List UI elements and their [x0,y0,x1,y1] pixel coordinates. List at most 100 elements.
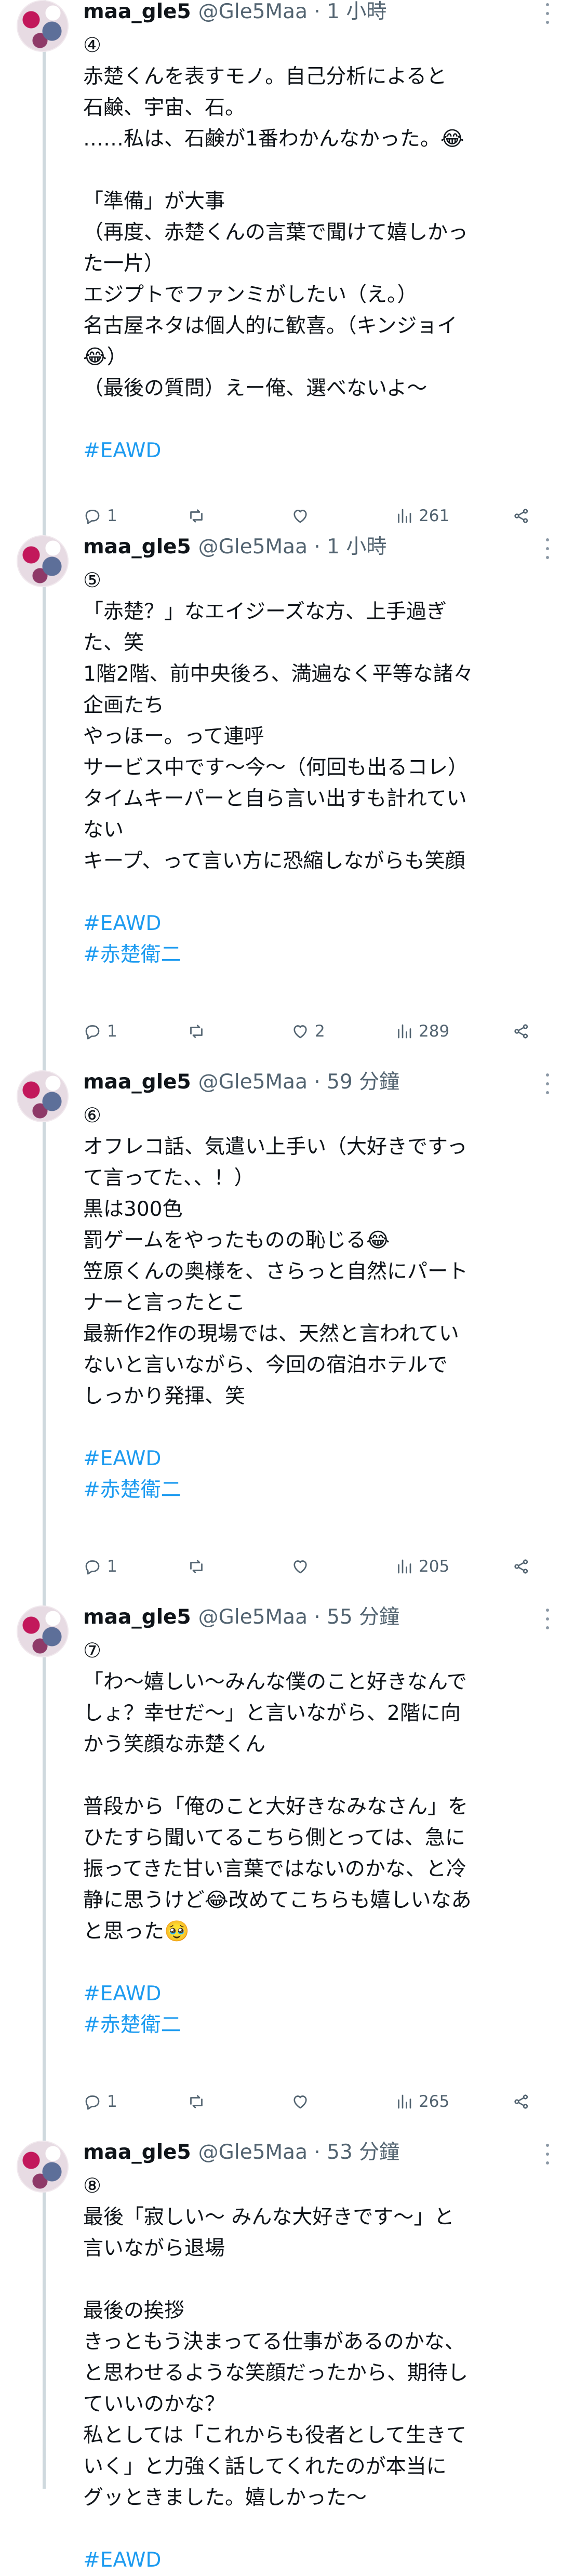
hashtag-link[interactable]: #EAWD [83,435,540,467]
views-count: 265 [419,2092,450,2111]
replies-count: 1 [107,2092,117,2111]
views-button[interactable]: 205 [395,1553,449,1579]
tweet-text-line: タイムキーパーと自ら言い出すも計れてい [83,787,467,811]
share-icon [512,1022,531,1041]
tweet-actions: 1 265 [83,2089,540,2115]
tweet-content: maa_gle5 @Gle5Maa · 59 分鐘 ⑥ オフレコ話、気遣い上手い（大好… [83,1070,540,1576]
tweet-text: ⑦ 「わ〜嬉しい〜みんな僕のこと好きなんで しょ？幸せだ〜」と言いながら、2階に向か… [83,1636,540,2041]
tweet-text-line: 1階2階、前中央後ろ、満遍なく平等な諸々 [83,662,474,686]
views-button[interactable]: 261 [395,503,449,529]
share-button[interactable] [512,2089,531,2115]
author-handle-time[interactable]: @Gle5Maa · 1 小時 [198,535,387,559]
hashtag-link[interactable]: #赤楚衛二 [83,2010,540,2041]
author-name[interactable]: maa_gle5 [83,1070,191,1094]
replies-count: 1 [107,1557,117,1576]
tweet-text-line: きっともう決まってる仕事があるのかな、 [83,2330,465,2354]
tweet-text-line: と思わせるような笑顔だったから、期待し [83,2361,469,2385]
hashtag-link[interactable]: #赤楚衛二 [83,1475,540,1506]
tweet-text-line: ない [83,818,124,842]
retweet-button[interactable] [187,2089,211,2115]
likes-count: 2 [315,1022,325,1041]
views-button[interactable]: 265 [395,2089,449,2115]
views-count: 289 [419,1022,450,1041]
tweet-actions: 1 261 [83,503,540,529]
tweet-header: maa_gle5 @Gle5Maa · 53 分鐘 [83,2141,540,2165]
tweet-text: ⑤ 「赤楚？」なエイジーズな方、上手過ぎ た、笑 1階2階、前中央後ろ、満遍なく平等な… [83,565,540,971]
author-handle-time[interactable]: @Gle5Maa · 1 小時 [198,0,387,24]
tweet-text-line: ⑥ [83,1104,101,1127]
views-button[interactable]: 289 [395,1018,449,1044]
heart-icon [291,1022,310,1041]
views-count: 205 [419,1557,450,1576]
tweet-text-line: た一片） [83,252,165,275]
author-handle-time[interactable]: @Gle5Maa · 59 分鐘 [198,1070,400,1094]
tweet-text-line: サービス中です〜今〜（何回も出るコレ） [83,756,469,779]
avatar[interactable] [17,2141,69,2193]
tweet-text-line: 普段から「俺のこと大好きなみなさん」を [83,1795,469,1818]
retweet-button[interactable] [187,1553,211,1579]
tweet-text-line: 😂） [83,346,127,369]
share-button[interactable] [512,1553,531,1579]
reply-button[interactable]: 1 [83,1553,117,1579]
tweet-text-line: ⑧ [83,2174,101,2198]
hashtag-link[interactable]: #EAWD [83,908,540,939]
like-button[interactable] [291,503,315,529]
avatar[interactable] [17,1070,69,1122]
more-options-icon[interactable] [545,1609,550,1629]
avatar[interactable] [17,535,69,587]
more-options-icon[interactable] [545,538,550,559]
retweet-icon [187,1557,206,1576]
more-options-icon[interactable] [545,2144,550,2165]
author-name[interactable]: maa_gle5 [83,0,191,24]
more-options-icon[interactable] [545,1073,550,1094]
tweet-text-line: と思った🥹 [83,1920,190,1943]
retweet-button[interactable] [187,503,211,529]
hashtag-link[interactable]: #EAWD [83,1979,540,2010]
tweet-text-line: 赤楚くんを表すモノ。自己分析によると [83,65,447,88]
reply-button[interactable]: 1 [83,503,117,529]
avatar[interactable] [17,1605,69,1657]
author-name[interactable]: maa_gle5 [83,1605,191,1629]
views-icon [395,507,413,525]
like-button[interactable]: 2 [291,1018,325,1044]
like-button[interactable] [291,1553,315,1579]
reply-button[interactable]: 1 [83,2089,117,2115]
tweet-text-line: いく」と力強く話してくれたのが本当に [83,2455,447,2478]
share-button[interactable] [512,503,531,529]
tweet-text-line: 最後「寂しい〜 みんな大好きです〜」と [83,2206,455,2229]
author-handle-time[interactable]: @Gle5Maa · 53 分鐘 [198,2141,400,2165]
tweet-text-line: ナーと言ったとこ [83,1291,246,1314]
replies-count: 1 [107,1022,117,1041]
tweet-thread-feed: maa_gle5 @Gle5Maa · 1 小時 ④ 赤楚くんを表すモノ。自己分析によ… [0,0,561,2572]
tweet-actions: 1 205 [83,1553,540,1579]
tweet-text-line: 黒は300色 [83,1198,183,1221]
author-handle-time[interactable]: @Gle5Maa · 55 分鐘 [198,1605,400,1629]
share-button[interactable] [512,1018,531,1044]
reply-icon [83,2092,102,2111]
tweet-text-line: 石鹸、宇宙、石。 [83,96,246,119]
reply-icon [83,1557,102,1576]
author-name[interactable]: maa_gle5 [83,2141,191,2165]
reply-button[interactable]: 1 [83,1018,117,1044]
retweet-button[interactable] [187,1018,211,1044]
tweet-text-line: 言いながら退場 [83,2237,225,2260]
reply-icon [83,1022,102,1041]
author-name[interactable]: maa_gle5 [83,535,191,559]
tweet-content: maa_gle5 @Gle5Maa · 53 分鐘 ⑧ 最後「寂しい〜 みんな大好きで… [83,2141,540,2576]
tweet-text-line: キープ、って言い方に恐縮しながらも笑顔 [83,849,465,873]
retweet-icon [187,1022,206,1041]
hashtag-link[interactable]: #EAWD [83,2545,540,2576]
avatar[interactable] [17,0,69,52]
more-options-icon[interactable] [545,3,550,24]
share-icon [512,2092,531,2111]
like-button[interactable] [291,2089,315,2115]
tweet-content: maa_gle5 @Gle5Maa · 1 小時 ④ 赤楚くんを表すモノ。自己分析によ… [83,0,540,525]
hashtag-link[interactable]: #EAWD [83,1443,540,1475]
tweet-content: maa_gle5 @Gle5Maa · 55 分鐘 ⑦ 「わ〜嬉しい〜みんな僕のこと好… [83,1605,540,2111]
hashtag-link[interactable]: #赤楚衛二 [83,939,540,971]
tweet-text-line: かう笑顔な赤楚くん [83,1733,266,1756]
tweet-text-line: 振ってきた甘い言葉ではないのかな、と冷 [83,1857,466,1881]
tweet-header: maa_gle5 @Gle5Maa · 59 分鐘 [83,1070,540,1094]
